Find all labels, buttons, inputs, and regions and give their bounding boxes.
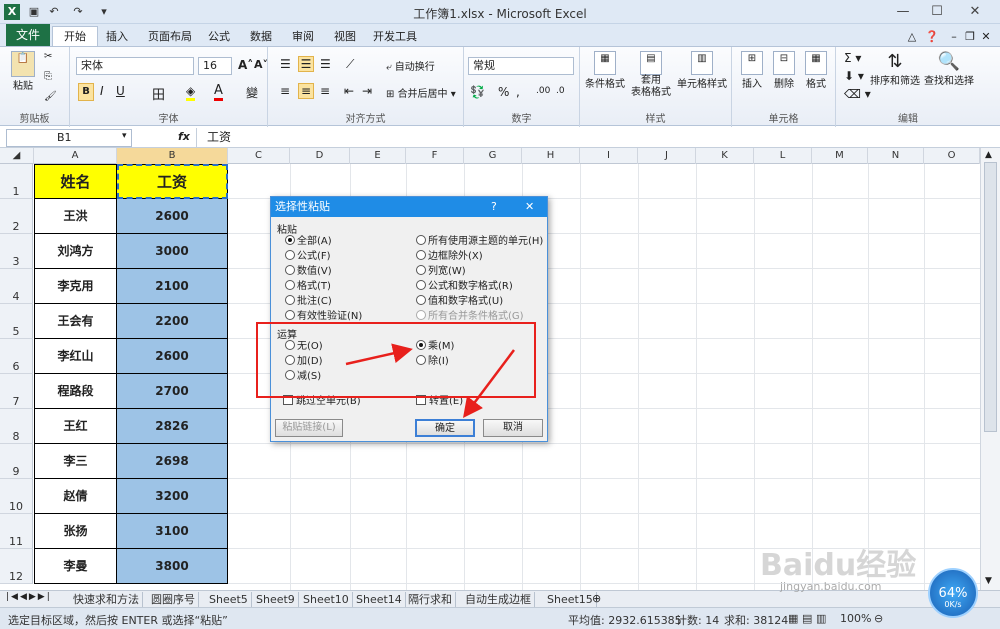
arrow-to-multiply — [345, 343, 413, 366]
baidu-watermark-url: jingyan.baidu.com — [780, 580, 882, 593]
arrow-to-ok — [463, 349, 515, 418]
speed-rate: 0K/s — [944, 600, 962, 609]
baidu-watermark-logo: Baidu经验 — [760, 548, 917, 583]
speed-widget: 64% 0K/s — [928, 568, 978, 618]
annotation-arrows — [345, 343, 515, 418]
